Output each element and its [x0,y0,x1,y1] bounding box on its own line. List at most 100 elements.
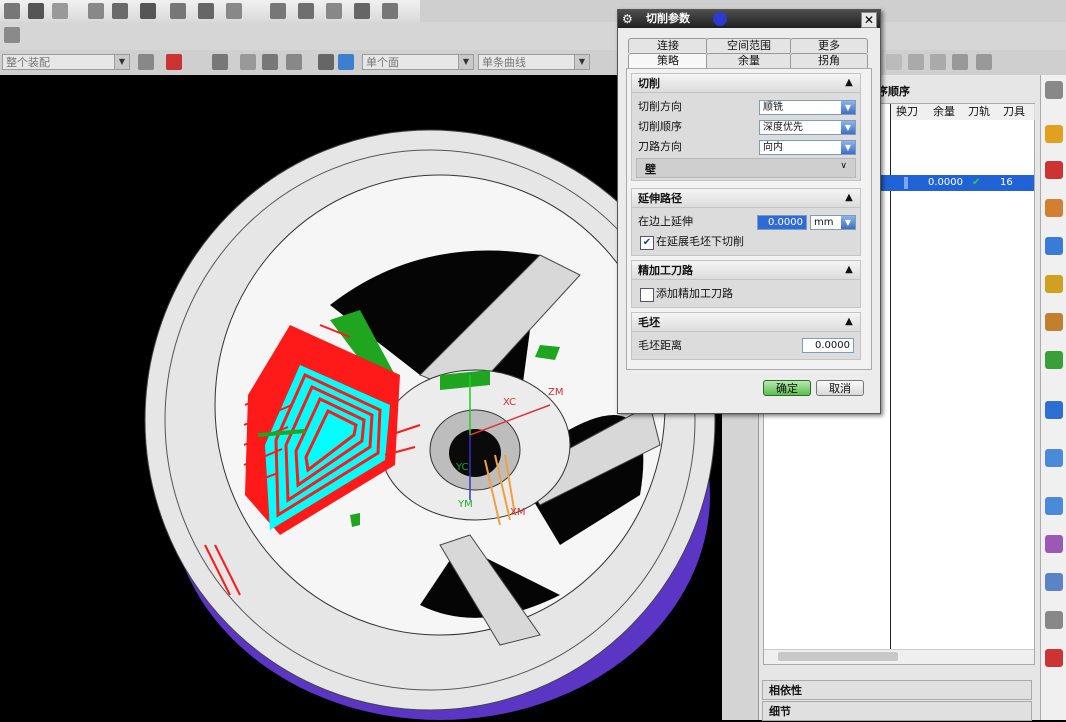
face-rule-combo[interactable]: 单个面 ▼ [362,54,474,70]
col-allowance[interactable]: 余量 [924,104,965,120]
roles-icon[interactable] [1045,573,1063,591]
system-materials-icon[interactable] [1045,611,1063,629]
tab-more[interactable]: 更多 [790,38,868,53]
detail-section[interactable]: 细节 [762,701,1032,721]
gear-icon[interactable]: ⚙ [622,12,636,26]
machine-tool-icon[interactable] [1045,275,1063,293]
wall-label: 壁 [645,163,656,176]
tab-stock[interactable]: 余量 [706,53,792,68]
cut-below-checkbox[interactable]: ✔ [640,236,654,250]
blank-distance-input[interactable]: 0.0000 [802,338,854,353]
face-rule-value: 单个面 [366,56,399,69]
tab-connect[interactable]: 连接 [628,38,708,53]
scrollbar-thumb[interactable] [778,652,898,661]
section-title: 精加工刀路 [638,264,693,277]
move-icon[interactable] [354,3,370,19]
unit-value: mm [814,217,834,228]
chevron-up-icon[interactable]: ▲ [842,262,856,278]
section-extend-header[interactable]: 延伸路径 ▲ [631,188,861,208]
chevron-down-icon: ▼ [841,121,855,134]
chevron-up-icon[interactable]: ▲ [842,314,856,330]
assembly-navigator-icon[interactable] [1045,125,1063,143]
section-title: 毛坯 [638,316,660,329]
filter-combo-value: 整个装配 [6,56,50,69]
chevron-up-icon[interactable]: ▲ [842,75,856,91]
tag-icon[interactable] [952,54,968,70]
snap-icon[interactable] [138,54,154,70]
graphics-viewport[interactable]: XC YC ZM YM XM [0,75,722,720]
wall-subsection[interactable]: 壁 ∨ [636,158,856,178]
cut-order-select[interactable]: 深度优先 ▼ [759,120,856,135]
component-icon[interactable] [298,3,314,19]
curve-rule-icon[interactable] [212,54,228,70]
section-finish-header[interactable]: 精加工刀路 ▲ [631,260,861,280]
navigator-title: 序顺序 [877,85,910,98]
dependency-section[interactable]: 相依性 [762,680,1032,700]
cut-direction-value: 顺铣 [763,102,783,113]
cancel-button[interactable]: 取消 [816,380,864,396]
curve-rule-combo[interactable]: 单条曲线 ▼ [478,54,590,70]
explode-icon[interactable] [382,3,398,19]
path-direction-select[interactable]: 向内 ▼ [759,140,856,155]
chevron-up-icon[interactable]: ▲ [842,190,856,206]
operation-navigator-icon[interactable] [1045,237,1063,255]
mate-icon[interactable] [326,3,342,19]
filter-combo[interactable]: 整个装配 ▼ [2,54,130,70]
section-cutting-header[interactable]: 切削 ▲ [631,73,861,93]
palette-icon[interactable] [1045,535,1063,553]
cut-direction-select[interactable]: 顺铣 ▼ [759,100,856,115]
cut-order-label: 切削顺序 [638,120,682,133]
add-finish-checkbox[interactable] [640,288,654,302]
assembly-icon[interactable] [270,3,286,19]
gear-icon[interactable] [1045,81,1063,99]
selection-icon[interactable] [4,27,20,43]
history-icon[interactable] [1045,449,1063,467]
text-icon[interactable] [28,3,44,19]
trim-icon[interactable] [170,3,186,19]
face-rule-icon[interactable] [240,54,256,70]
ok-button[interactable]: 确定 [763,380,811,396]
section-blank-header[interactable]: 毛坯 ▲ [631,312,861,332]
offset-icon[interactable] [198,3,214,19]
close-icon[interactable]: ✕ [861,12,877,28]
reuse-library-icon[interactable] [1045,313,1063,331]
section-title: 延伸路径 [638,192,682,205]
pattern-icon[interactable] [226,3,242,19]
edge-extend-input[interactable]: 0.0000 [757,215,807,230]
render-icon[interactable] [318,54,334,70]
col-toolpath[interactable]: 刀轨 [964,104,995,120]
process-studio-icon[interactable] [1045,649,1063,667]
blend-icon[interactable] [112,3,128,19]
box-select-icon[interactable] [286,54,302,70]
constraint-navigator-icon[interactable] [1045,161,1063,179]
curve-icon[interactable] [52,3,68,19]
line-icon[interactable] [930,54,946,70]
main-toolbar [0,0,420,23]
tab-containment[interactable]: 空间范围 [706,38,792,53]
circle-icon[interactable] [886,54,902,70]
curve-rule-value: 单条曲线 [482,56,526,69]
grid-icon[interactable] [976,54,992,70]
unit-select[interactable]: mm ▼ [810,215,856,230]
tab-corners[interactable]: 拐角 [790,53,868,68]
horizontal-scrollbar[interactable] [764,649,1034,664]
col-tool[interactable]: 刀具 [994,104,1035,120]
part-navigator-icon[interactable] [1045,199,1063,217]
solid-icon[interactable] [140,3,156,19]
tab-strategy[interactable]: 策略 [628,53,708,68]
plus-icon[interactable] [908,54,924,70]
cut-below-label: 在延展毛坯下切削 [656,235,744,248]
clock-icon[interactable] [1045,497,1063,515]
point-icon[interactable] [166,54,182,70]
rotate-icon[interactable] [262,54,278,70]
section-cutting-body: 切削方向 顺铣 ▼ 切削顺序 深度优先 ▼ 刀路方向 向内 ▼ 壁 ∨ [631,93,861,181]
dialog-title-bar[interactable]: ⚙ 切削参数 ✕ [618,10,880,28]
feature-icon[interactable] [88,3,104,19]
col-tool-change[interactable]: 换刀 [890,104,925,120]
shaded-icon[interactable] [338,54,354,70]
chevron-down-icon: ▼ [574,55,589,69]
hd3d-icon[interactable] [1045,351,1063,369]
chevron-down-icon[interactable]: ∨ [840,161,847,171]
sketch-icon[interactable] [4,3,20,19]
web-browser-icon[interactable] [1045,401,1063,419]
